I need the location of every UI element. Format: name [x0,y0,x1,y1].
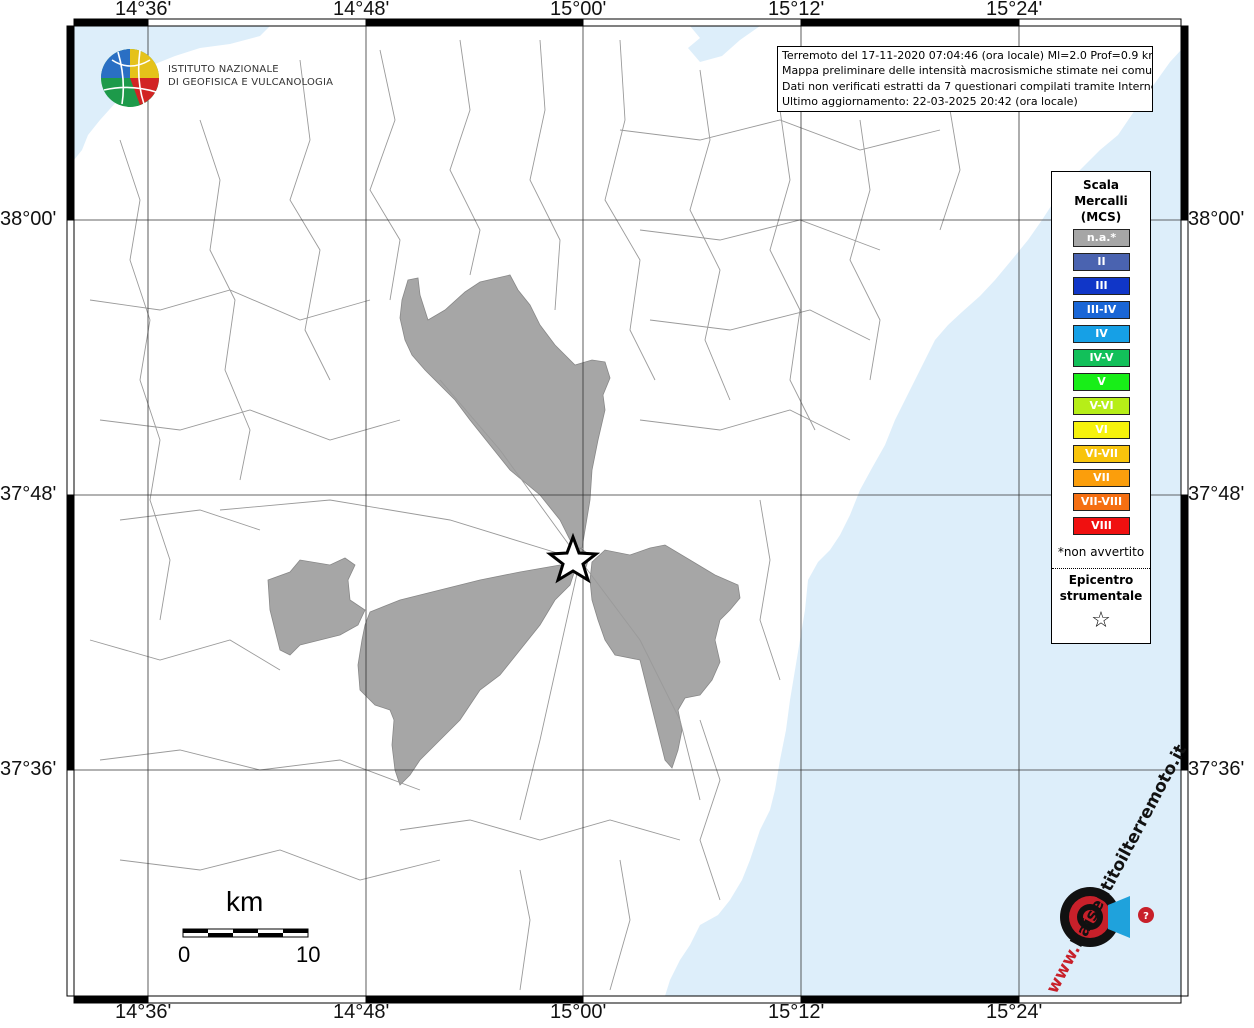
ingv-line-1: ISTITUTO NAZIONALE [168,64,279,75]
longitude-label-top: 14°48' [333,0,390,20]
frame-segment-right [1180,25,1189,221]
latitude-label-left: 37°36' [0,758,57,780]
legend-note: *non avvertito [1057,545,1145,559]
ingv-logo-text: ISTITUTO NAZIONALE DI GEOFISICA E VULCAN… [168,63,333,89]
legend-title-line: (MCS) [1080,210,1122,224]
legend-swatch: VII [1073,469,1130,487]
longitude-label-top: 15°00' [550,0,607,20]
latitude-label-left: 38°00' [0,208,57,230]
scale-end-label: 10 [296,942,321,967]
frame-segment-right [1180,769,1189,997]
macroseismic-map: ? ISTITUTO NAZIONALE DI GEOFISICA E VULC… [0,0,1254,1024]
latitude-label-right: 37°48' [1188,483,1245,505]
legend-swatch: III [1073,277,1130,295]
longitude-label-bottom: 14°36' [115,1001,172,1023]
legend-swatch: V-VI [1073,397,1130,415]
latitude-label-left: 37°48' [0,483,57,505]
legend-epicenter-line: Epicentro [1068,573,1134,587]
scale-unit-label: km [226,886,264,917]
legend-epicenter-line: strumentale [1059,589,1143,603]
longitude-label-bottom: 14°48' [333,1001,390,1023]
legend-swatch: VIII [1073,517,1130,535]
ingv-globe-icon [101,49,159,107]
legend-swatch: IV [1073,325,1130,343]
longitude-label-bottom: 15°24' [986,1001,1043,1023]
legend-swatch: VI-VII [1073,445,1130,463]
legend-swatch: n.a.* [1073,229,1130,247]
frame-segment-bottom [1018,995,1182,1004]
longitude-label-top: 15°12' [768,0,825,20]
scale-start-label: 0 [178,942,191,967]
legend-epicenter-label: Epicentro strumentale [1052,572,1150,604]
longitude-label-top: 14°36' [115,0,172,20]
latitude-label-right: 38°00' [1188,208,1245,230]
frame-segment-left [66,494,75,771]
latitude-label-right: 37°36' [1188,758,1245,780]
longitude-label-top: 15°24' [986,0,1043,20]
mcs-legend: Scala Mercalli (MCS) n.a.* II III III-IV IV I… [1051,171,1151,644]
frame-segment-left [66,219,75,496]
info-line-updated: Ultimo aggiornamento: 22-03-2025 20:42 (… [782,95,1078,109]
legend-swatch: VI [1073,421,1130,439]
legend-divider [1052,568,1150,569]
info-line-data: Dati non verificati estratti da 7 questi… [782,79,1153,93]
svg-text:?: ? [1143,911,1149,922]
legend-swatch: II [1073,253,1130,271]
event-info-box: Terremoto del 17-11-2020 07:04:46 (ora l… [777,46,1153,112]
legend-title-line: Mercalli [1074,194,1128,208]
legend-title-line: Scala [1082,178,1120,192]
legend-title: Scala Mercalli (MCS) [1052,177,1150,225]
frame-segment-left [66,25,75,221]
ingv-line-2: DI GEOFISICA E VULCANOLOGIA [168,77,334,88]
legend-star-icon: ☆ [1091,608,1111,633]
scale-bar [182,928,309,938]
frame-segment-top [1018,18,1182,27]
frame-segment-right [1180,494,1189,771]
info-line-map: Mappa preliminare delle intensità macros… [782,64,1153,78]
longitude-label-bottom: 15°12' [768,1001,825,1023]
frame-segment-left [66,769,75,997]
frame-segment-right [1180,219,1189,496]
legend-swatch: VII-VIII [1073,493,1130,511]
info-line-event: Terremoto del 17-11-2020 07:04:46 (ora l… [782,49,1153,62]
legend-swatch: V [1073,373,1130,391]
legend-swatch: IV-V [1073,349,1130,367]
legend-swatch: III-IV [1073,301,1130,319]
longitude-label-bottom: 15°00' [550,1001,607,1023]
